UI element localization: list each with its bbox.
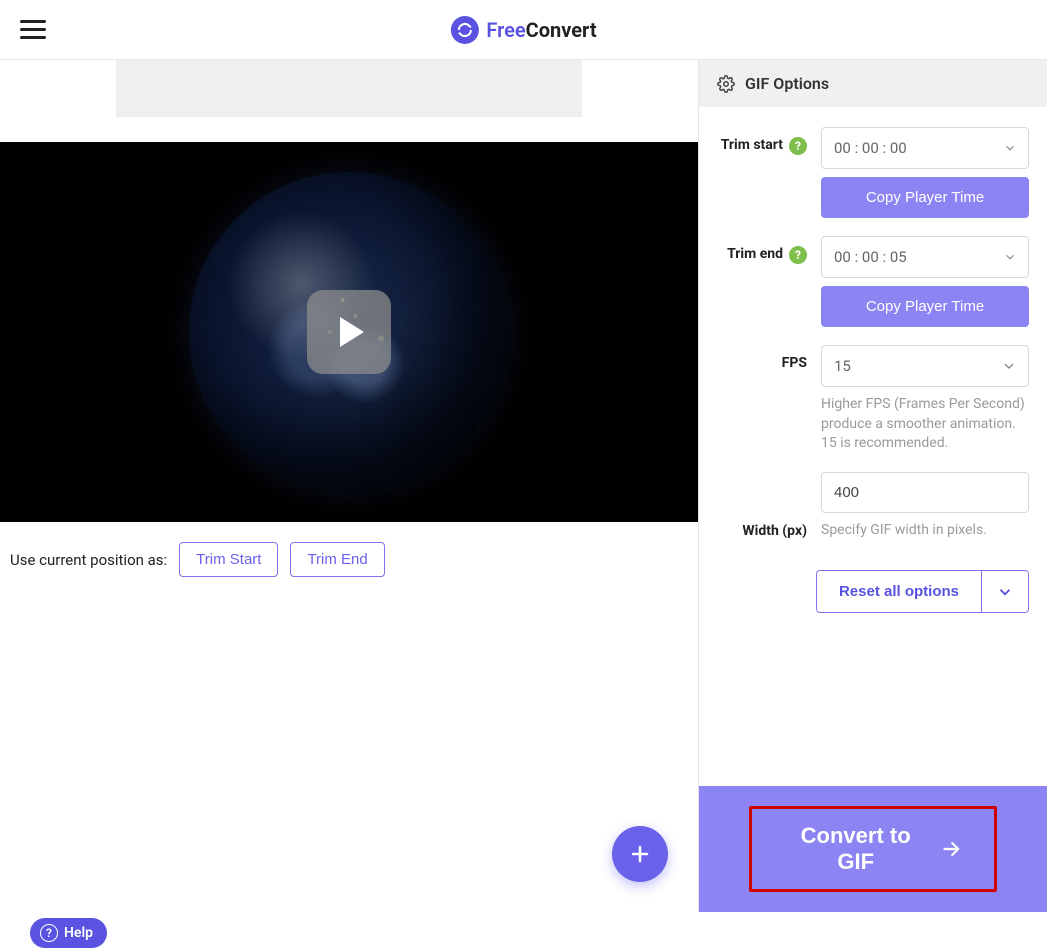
trim-end-row: Trim end ? 00 : 00 : 05 Copy Player Time — [717, 236, 1029, 327]
help-icon: ? — [40, 924, 58, 942]
trim-position-label: Use current position as: — [10, 551, 167, 569]
fps-hint: Higher FPS (Frames Per Second) produce a… — [821, 395, 1029, 454]
logo-text-convert: Convert — [526, 18, 597, 42]
help-label: Help — [64, 925, 93, 941]
width-input[interactable] — [821, 472, 1029, 513]
menu-icon[interactable] — [20, 20, 46, 39]
trim-end-label: Trim end — [727, 246, 783, 262]
trim-start-input[interactable]: 00 : 00 : 00 — [821, 127, 1029, 169]
options-panel: GIF Options Trim start ? 00 : 00 : 00 Co… — [698, 60, 1047, 912]
play-icon — [340, 317, 364, 347]
add-button[interactable] — [612, 826, 668, 882]
trim-start-row: Trim start ? 00 : 00 : 00 Copy Player Ti… — [717, 127, 1029, 218]
reset-all-button[interactable]: Reset all options — [817, 571, 981, 612]
reset-expand-button[interactable] — [981, 571, 1028, 612]
copy-player-time-end-button[interactable]: Copy Player Time — [821, 286, 1029, 327]
fps-label: FPS — [782, 355, 807, 371]
copy-player-time-start-button[interactable]: Copy Player Time — [821, 177, 1029, 218]
width-label: Width (px) — [742, 522, 807, 540]
help-icon[interactable]: ? — [789, 137, 807, 155]
fps-row: FPS 15 Higher FPS (Frames Per Second) pr… — [717, 345, 1029, 454]
chevron-down-icon — [996, 583, 1014, 601]
convert-to-gif-button[interactable]: Convert to GIF — [749, 806, 997, 892]
gear-icon — [717, 75, 735, 93]
arrow-right-icon — [941, 838, 962, 860]
video-preview[interactable] — [0, 142, 698, 522]
width-row: Width (px) Specify GIF width in pixels. — [717, 472, 1029, 541]
trim-controls: Use current position as: Trim Start Trim… — [0, 522, 698, 597]
convert-bar: Convert to GIF — [699, 786, 1047, 912]
play-button[interactable] — [307, 290, 391, 374]
convert-label: Convert to GIF — [784, 823, 927, 875]
left-panel: Use current position as: Trim Start Trim… — [0, 60, 698, 912]
plus-icon — [628, 842, 652, 866]
trim-end-button[interactable]: Trim End — [290, 542, 384, 577]
width-hint: Specify GIF width in pixels. — [821, 521, 1029, 541]
help-button[interactable]: ? Help — [30, 918, 107, 948]
logo-icon — [450, 16, 478, 44]
help-icon[interactable]: ? — [789, 246, 807, 264]
logo-text-free: Free — [486, 18, 525, 42]
trim-start-button[interactable]: Trim Start — [179, 542, 278, 577]
trim-end-input[interactable]: 00 : 00 : 05 — [821, 236, 1029, 278]
reset-row: Reset all options — [717, 570, 1029, 613]
logo[interactable]: FreeConvert — [450, 16, 596, 44]
trim-start-label: Trim start — [721, 137, 783, 153]
ad-placeholder — [116, 60, 582, 117]
fps-select[interactable]: 15 — [821, 345, 1029, 387]
options-header: GIF Options — [699, 60, 1047, 107]
header: FreeConvert — [0, 0, 1047, 60]
options-title: GIF Options — [745, 74, 829, 93]
